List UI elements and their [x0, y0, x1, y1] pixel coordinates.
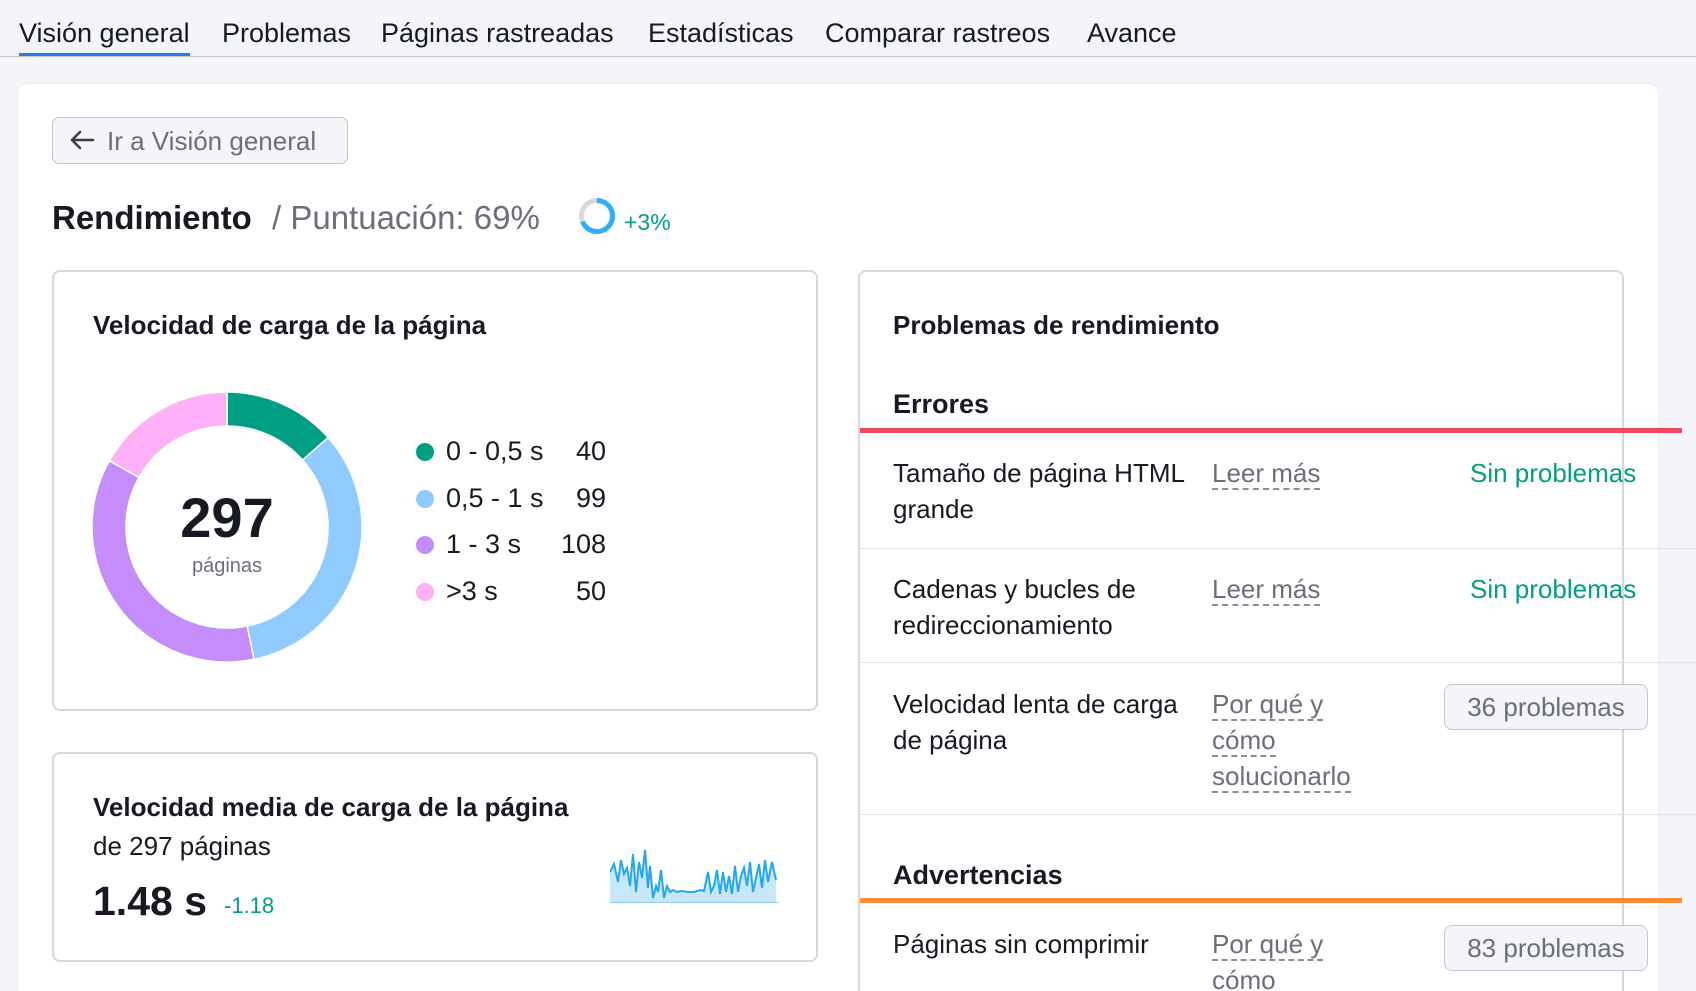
legend-item: 1 - 3 s 108 — [416, 527, 606, 561]
warnings-bar — [860, 898, 1682, 903]
row-divider — [860, 662, 1696, 663]
row-divider — [860, 814, 1696, 815]
link-text: Leer más — [1212, 574, 1321, 606]
errors-bar — [860, 428, 1682, 433]
link-text: Por qué y cómo solucionarlo — [1212, 689, 1351, 793]
avg-speed-value: 1.48 s — [93, 878, 207, 924]
legend-dot — [416, 536, 434, 554]
why-how-fix-link[interactable]: Por qué y cómo solucionarlo — [1212, 686, 1382, 794]
load-speed-title: Velocidad de carga de la página — [93, 310, 487, 340]
issues-count-button[interactable]: 36 problemas — [1444, 684, 1648, 730]
issue-name: Cadenas y bucles de redireccionamiento — [893, 574, 1136, 640]
tab-paginas-rastreadas[interactable]: Páginas rastreadas — [381, 16, 614, 50]
avg-speed-subtitle: de 297 páginas — [93, 831, 271, 861]
top-tabs: Visión general Problemas Páginas rastrea… — [0, 0, 1696, 57]
read-more-link[interactable]: Leer más — [1212, 455, 1382, 491]
avg-speed-title: Velocidad media de carga de la página — [93, 792, 569, 822]
donut-segment-3[interactable] — [108, 392, 228, 479]
back-to-overview-button[interactable]: Ir a Visión general — [52, 117, 348, 164]
legend-dot — [416, 443, 434, 461]
tab-comparar-rastreos[interactable]: Comparar rastreos — [825, 16, 1050, 50]
legend-value: 108 — [560, 529, 606, 559]
legend-item: >3 s 50 — [416, 574, 606, 608]
tab-estadisticas[interactable]: Estadísticas — [648, 16, 794, 50]
score-ring-icon — [579, 198, 615, 234]
back-button-label: Ir a Visión general — [107, 126, 317, 156]
legend-range: 0,5 - 1 s — [446, 483, 544, 513]
donut-total-label: páginas — [191, 555, 263, 577]
errors-label: Errores — [893, 389, 990, 419]
score-delta: +3% — [624, 209, 671, 235]
legend-item: 0,5 - 1 s 99 — [416, 481, 606, 515]
status-no-issues: Sin problemas — [1470, 458, 1637, 488]
legend-dot — [416, 490, 434, 508]
issues-title: Problemas de rendimiento — [893, 310, 1220, 340]
issues-count-button[interactable]: 83 problemas — [1444, 925, 1648, 971]
legend-value: 40 — [575, 436, 606, 466]
legend-value: 50 — [575, 576, 606, 606]
link-text: Por qué y cómo — [1212, 929, 1324, 991]
read-more-link[interactable]: Leer más — [1212, 571, 1382, 607]
page-title: Rendimiento — [52, 199, 252, 236]
legend-item: 0 - 0,5 s 40 — [416, 434, 606, 468]
arrow-left-icon — [70, 130, 95, 150]
warnings-label: Advertencias — [893, 860, 1063, 890]
donut-segment-0[interactable] — [226, 392, 330, 462]
avg-speed-sparkline — [610, 849, 778, 903]
legend-dot — [416, 583, 434, 601]
link-text: Leer más — [1212, 458, 1321, 490]
avg-speed-delta: -1.18 — [224, 893, 275, 918]
tab-problemas[interactable]: Problemas — [222, 16, 351, 50]
legend-range: 1 - 3 s — [446, 529, 522, 559]
issue-name: Páginas sin comprimir — [893, 929, 1149, 959]
legend-range: 0 - 0,5 s — [446, 436, 544, 466]
status-no-issues: Sin problemas — [1470, 574, 1637, 604]
tab-avance[interactable]: Avance — [1087, 16, 1177, 50]
donut-total: 297 — [180, 486, 274, 549]
issue-name: Tamaño de página HTML grande — [893, 458, 1184, 524]
why-how-link[interactable]: Por qué y cómo — [1212, 926, 1382, 991]
row-divider — [860, 548, 1696, 549]
issue-name: Velocidad lenta de carga de página — [893, 689, 1178, 755]
legend-value: 99 — [575, 483, 606, 513]
score-label: / Puntuación: 69% — [272, 199, 540, 236]
legend-range: >3 s — [446, 576, 498, 606]
tab-vision-general[interactable]: Visión general — [19, 16, 190, 56]
